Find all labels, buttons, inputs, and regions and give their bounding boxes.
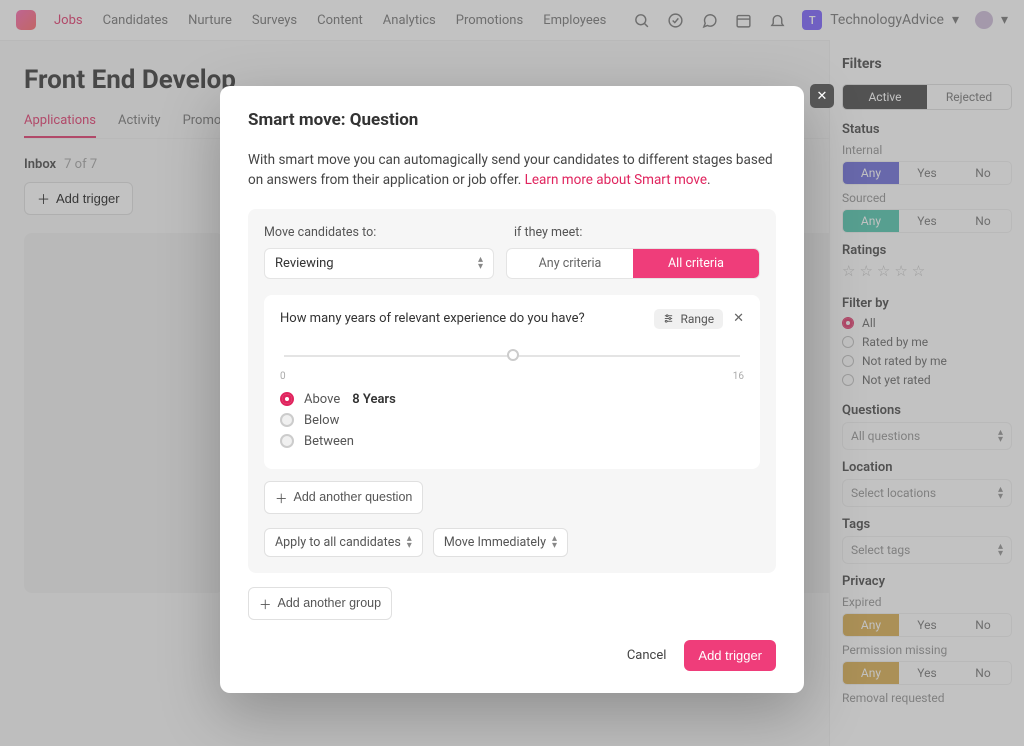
apply-scope-value: Apply to all candidates [275, 535, 401, 550]
plus-icon: ＋ [275, 488, 288, 507]
learn-more-link[interactable]: Learn more about Smart move [525, 172, 707, 188]
rule-panel: Move candidates to: if they meet: Review… [248, 209, 776, 573]
stage-select[interactable]: Reviewing ▴▾ [264, 248, 494, 279]
close-icon: ✕ [733, 311, 744, 326]
option-between[interactable]: Between [280, 434, 744, 449]
add-group-label: Add another group [278, 596, 382, 610]
slider-min: 0 [280, 371, 286, 382]
option-label: Between [304, 434, 354, 449]
modal-intro: With smart move you can automagically se… [248, 150, 776, 191]
stage-value: Reviewing [275, 256, 334, 271]
slider-thumb[interactable] [507, 349, 519, 361]
option-label: Above [304, 392, 340, 407]
add-group-button[interactable]: ＋ Add another group [248, 587, 392, 620]
radio-icon [280, 392, 294, 406]
smart-move-modal: ✕ Smart move: Question With smart move y… [220, 86, 804, 693]
modal-title: Smart move: Question [248, 110, 776, 130]
add-question-button[interactable]: ＋ Add another question [264, 481, 423, 514]
radio-icon [280, 413, 294, 427]
modal-intro-text: . [707, 172, 711, 188]
sort-icon: ▴▾ [552, 535, 557, 549]
range-button[interactable]: Range [654, 309, 723, 329]
meet-label: if they meet: [514, 225, 582, 240]
apply-scope-select[interactable]: Apply to all candidates ▴▾ [264, 528, 423, 557]
criteria-all[interactable]: All criteria [633, 249, 759, 278]
sort-icon: ▴▾ [478, 256, 483, 270]
close-button[interactable]: ✕ [810, 84, 834, 108]
move-timing-value: Move Immediately [444, 535, 546, 550]
cancel-button[interactable]: Cancel [627, 648, 667, 663]
option-above[interactable]: Above 8 Years [280, 392, 744, 407]
range-slider[interactable] [284, 347, 740, 365]
question-card: How many years of relevant experience do… [264, 295, 760, 469]
question-text: How many years of relevant experience do… [280, 311, 585, 326]
submit-button[interactable]: Add trigger [684, 640, 776, 671]
option-below[interactable]: Below [280, 413, 744, 428]
sliders-icon [663, 313, 674, 324]
remove-question-button[interactable]: ✕ [733, 311, 744, 326]
range-label: Range [680, 312, 714, 326]
option-label: Below [304, 413, 339, 428]
sort-icon: ▴▾ [407, 535, 412, 549]
slider-max: 16 [733, 371, 744, 382]
radio-icon [280, 434, 294, 448]
move-to-label: Move candidates to: [264, 225, 494, 240]
close-icon: ✕ [817, 89, 828, 104]
move-timing-select[interactable]: Move Immediately ▴▾ [433, 528, 568, 557]
add-question-label: Add another question [294, 490, 413, 504]
criteria-segment[interactable]: Any criteria All criteria [506, 248, 760, 279]
criteria-any[interactable]: Any criteria [507, 249, 633, 278]
plus-icon: ＋ [259, 594, 272, 613]
option-value: 8 Years [352, 392, 396, 407]
